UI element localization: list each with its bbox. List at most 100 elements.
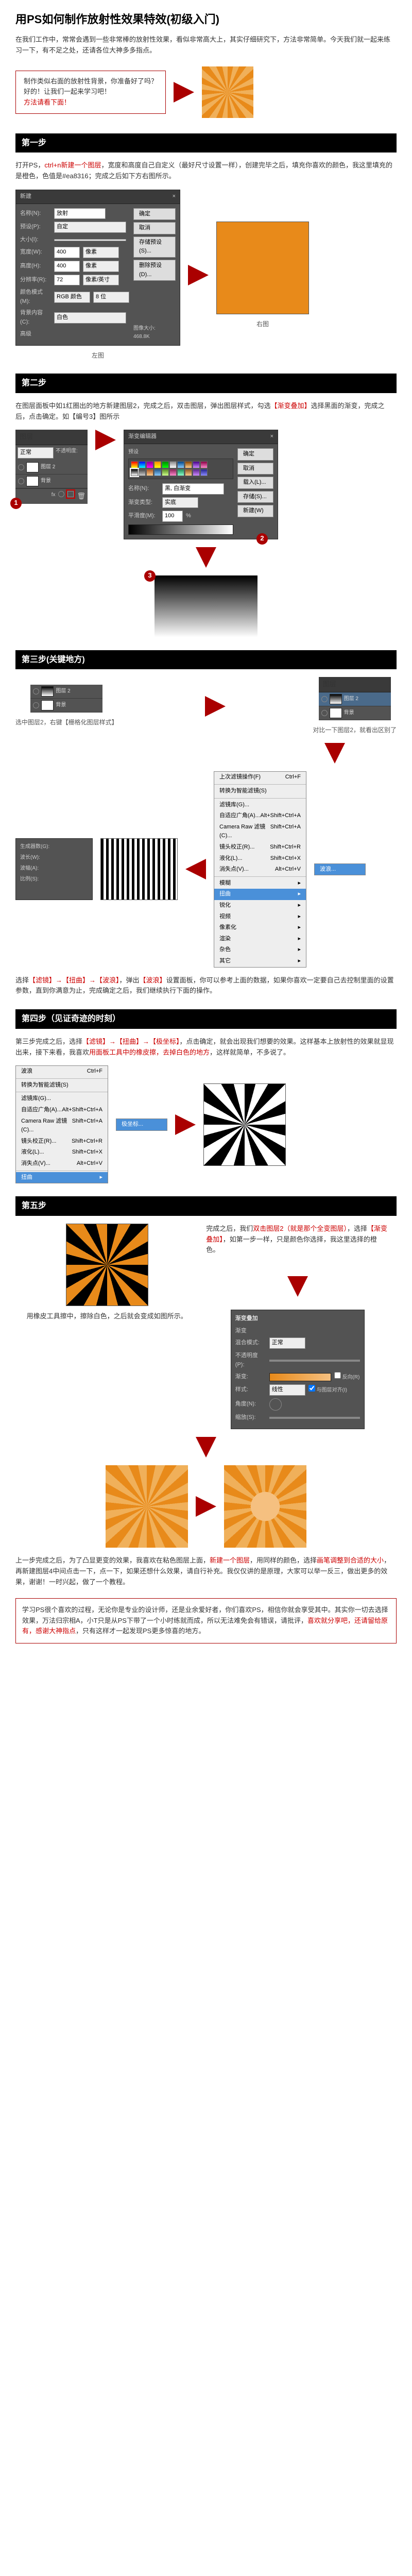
menu-item[interactable]: 波浪Ctrl+F xyxy=(16,1066,108,1077)
fx-icon[interactable]: fx xyxy=(52,491,56,502)
name-input[interactable]: 放射 xyxy=(54,208,106,219)
menu-item-distort[interactable]: 扭曲▸ xyxy=(16,1172,108,1183)
style-select[interactable]: 线性 xyxy=(269,1384,305,1396)
tab-layers[interactable]: 图层 xyxy=(20,432,33,443)
res-input[interactable]: 72 xyxy=(54,275,80,286)
menu-item[interactable]: 镜头校正(R)...Shift+Ctrl+R xyxy=(214,842,306,853)
new-button[interactable]: 新建(W) xyxy=(237,505,273,517)
menu-item[interactable]: 自适应广角(A)...Alt+Shift+Ctrl+A xyxy=(16,1105,108,1116)
menu-item-distort[interactable]: 扭曲▸ xyxy=(214,889,306,900)
close-icon[interactable]: × xyxy=(270,432,273,442)
menu-item[interactable]: 杂色▸ xyxy=(214,944,306,956)
menu-item-wave[interactable]: 波浪... xyxy=(315,864,365,875)
adv-toggle[interactable]: 高级 xyxy=(20,330,31,339)
mode-select[interactable]: RGB 颜色 xyxy=(54,292,90,303)
opacity-slider[interactable] xyxy=(269,1360,360,1362)
width-input[interactable]: 400 xyxy=(54,247,80,258)
menu-item[interactable]: 其它▸ xyxy=(214,956,306,967)
ok-button[interactable]: 确定 xyxy=(133,208,176,221)
reverse-check[interactable]: 反向(R) xyxy=(334,1372,360,1382)
gradient-picker[interactable] xyxy=(269,1373,331,1381)
menu-item[interactable]: 渲染▸ xyxy=(214,934,306,945)
arrow-down-icon xyxy=(196,547,216,568)
menu-item[interactable]: Camera Raw 滤镜(C)...Shift+Ctrl+A xyxy=(16,1116,108,1136)
menu-item[interactable]: Camera Raw 滤镜(C)...Shift+Ctrl+A xyxy=(214,822,306,842)
eye-icon[interactable] xyxy=(321,696,328,702)
step3-header: 第三步(关键地方) xyxy=(15,650,397,670)
save-button[interactable]: 存储(S)... xyxy=(237,491,273,503)
lbl: 不透明度(P): xyxy=(235,1351,266,1369)
res-unit-select[interactable]: 像素/英寸 xyxy=(83,275,119,286)
layer-row[interactable]: 背景 xyxy=(15,474,88,488)
menu-item-polar[interactable]: 极坐标... xyxy=(116,1119,167,1130)
preset-select[interactable]: 自定 xyxy=(54,222,126,233)
badge-1: 1 xyxy=(10,498,22,509)
menu-item[interactable]: 上次滤镜操作(F)Ctrl+F xyxy=(214,772,306,783)
menu-item[interactable]: 滤镜库(G)... xyxy=(214,800,306,811)
blend-select[interactable]: 正常 xyxy=(269,1337,305,1349)
menu-item[interactable]: 模糊▸ xyxy=(214,878,306,889)
menu-item[interactable]: 像素化▸ xyxy=(214,922,306,934)
ok-button[interactable]: 确定 xyxy=(237,448,273,461)
erase-result xyxy=(66,1224,148,1306)
bit-select[interactable]: 8 位 xyxy=(93,292,129,303)
caption: 选中图层2，右键【栅格化图层样式】 xyxy=(15,718,118,727)
menu-item[interactable]: 滤镜库(G)... xyxy=(16,1093,108,1105)
height-input[interactable]: 400 xyxy=(54,261,80,272)
eye-icon[interactable] xyxy=(321,710,328,716)
menu-item[interactable]: 视频▸ xyxy=(214,911,306,923)
mask-icon[interactable] xyxy=(58,491,64,497)
angle-dial[interactable] xyxy=(269,1398,282,1411)
t: 打开PS， xyxy=(15,161,44,169)
menu-item[interactable]: 自适应广角(A)...Alt+Shift+Ctrl+A xyxy=(214,810,306,822)
layers-panel-2: 图层 2 背景 xyxy=(30,685,102,713)
smooth-input[interactable]: 100 xyxy=(162,511,183,522)
menu-item[interactable]: 液化(L)...Shift+Ctrl+X xyxy=(214,853,306,865)
bg-select[interactable]: 白色 xyxy=(54,312,126,324)
delete-preset-button[interactable]: 删除预设(D)... xyxy=(133,260,176,281)
menu-item[interactable]: 液化(L)...Shift+Ctrl+X xyxy=(16,1147,108,1158)
tab-layers[interactable]: 图层 xyxy=(323,679,336,690)
step5-header: 第五步 xyxy=(15,1196,397,1216)
arrow-right-icon xyxy=(188,265,209,285)
eye-icon[interactable] xyxy=(18,464,24,470)
menu-item[interactable]: 转换为智能滤镜(S) xyxy=(16,1080,108,1091)
layer-row[interactable]: 图层 2 xyxy=(30,685,102,699)
cancel-button[interactable]: 取消 xyxy=(237,463,273,475)
save-preset-button[interactable]: 存储预设(S)... xyxy=(133,236,176,258)
scale-slider[interactable] xyxy=(269,1417,360,1419)
gradient-bar[interactable] xyxy=(128,524,233,535)
menu-item[interactable]: 镜头校正(R)...Shift+Ctrl+R xyxy=(16,1136,108,1147)
step5-left-text: 用橡皮工具擦中，擦除白色，之后就会变成如图所示。 xyxy=(27,1311,187,1322)
eye-icon[interactable] xyxy=(18,478,24,484)
layer-thumb xyxy=(26,476,39,486)
new-layer-icon[interactable] xyxy=(67,491,74,497)
layers-panel: 图层 正常不透明度: 图层 2 背景 fx 🗑 xyxy=(15,430,88,503)
eye-icon[interactable] xyxy=(33,688,39,694)
step2-header: 第二步 xyxy=(15,374,397,393)
caption-right: 右图 xyxy=(256,319,269,329)
layer-row[interactable]: 背景 xyxy=(30,699,102,713)
grad-type-select[interactable]: 实底 xyxy=(162,497,198,509)
arrow-down-icon xyxy=(196,1437,216,1458)
menu-item[interactable]: 转换为智能滤镜(S) xyxy=(214,786,306,797)
load-button[interactable]: 载入(L)... xyxy=(237,477,273,489)
close-icon[interactable]: × xyxy=(173,192,176,201)
menu-item[interactable]: 消失点(V)...Alt+Ctrl+V xyxy=(16,1158,108,1170)
distort-submenu-2: 极坐标... xyxy=(116,1118,167,1131)
cancel-button[interactable]: 取消 xyxy=(133,222,176,234)
layer-row[interactable]: 图层 2 xyxy=(15,461,88,474)
blend-select[interactable]: 正常 xyxy=(18,447,54,459)
lbl: 渐变 xyxy=(235,1327,360,1336)
menu-item[interactable]: 锐化▸ xyxy=(214,900,306,911)
align-check[interactable]: 与图层对齐(I) xyxy=(308,1385,347,1395)
layer-row[interactable]: 图层 2 xyxy=(319,692,391,706)
trash-icon[interactable]: 🗑 xyxy=(77,491,85,502)
grad-name-input[interactable]: 黑, 白渐变 xyxy=(162,483,224,495)
size-select[interactable] xyxy=(54,239,126,241)
layer-row[interactable]: 背景 xyxy=(319,706,391,720)
unit-select[interactable]: 像素 xyxy=(83,261,119,272)
menu-item[interactable]: 消失点(V)...Alt+Ctrl+V xyxy=(214,864,306,875)
unit-select[interactable]: 像素 xyxy=(83,247,119,258)
eye-icon[interactable] xyxy=(33,702,39,708)
